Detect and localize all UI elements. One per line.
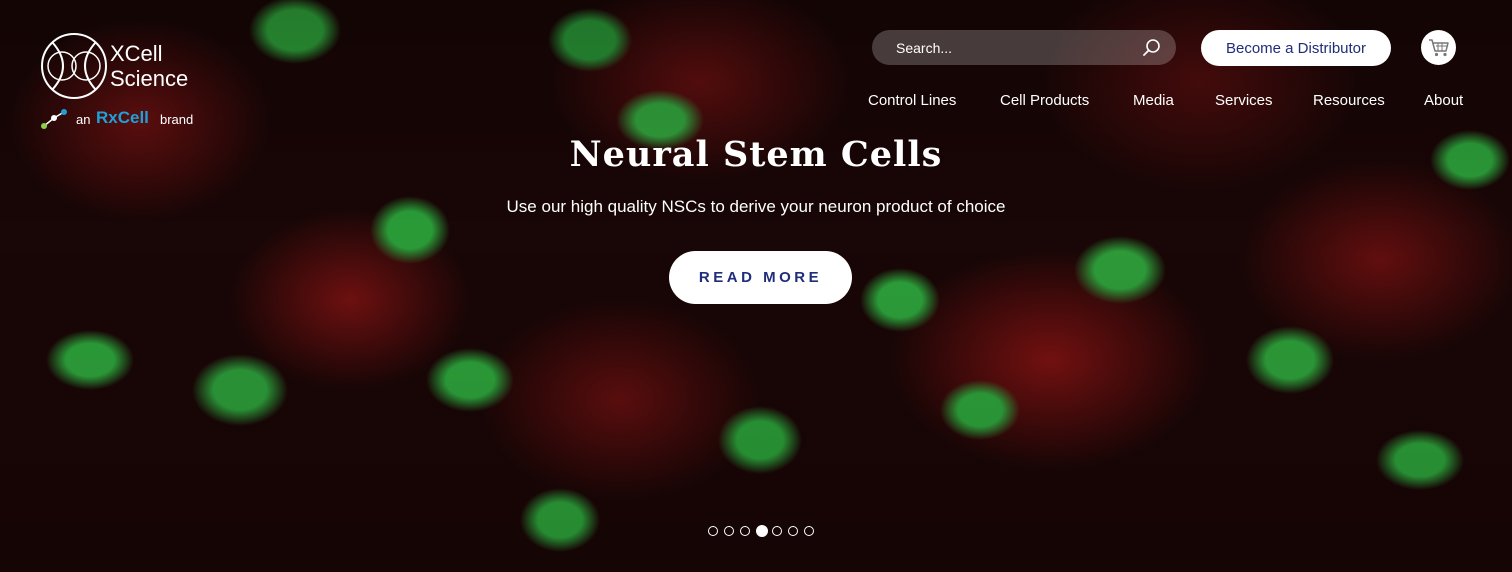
- nav-item-media[interactable]: Media: [1133, 92, 1174, 109]
- search-bar: [872, 30, 1176, 65]
- site-logo[interactable]: XCell Science an RxCell brand: [40, 32, 210, 132]
- carousel-dot[interactable]: [756, 525, 768, 537]
- carousel-dot[interactable]: [772, 526, 782, 536]
- logo-brand: brand: [160, 112, 194, 127]
- read-more-button[interactable]: READ MORE: [669, 251, 852, 304]
- search-icon[interactable]: [1142, 38, 1162, 58]
- become-distributor-button[interactable]: Become a Distributor: [1201, 30, 1391, 66]
- carousel-dot[interactable]: [788, 526, 798, 536]
- nav-item-resources[interactable]: Resources: [1313, 92, 1385, 109]
- logo-wordmark: XCell Science: [110, 41, 188, 91]
- nav-item-services[interactable]: Services: [1215, 92, 1273, 109]
- search-input[interactable]: [896, 38, 1126, 57]
- logo-mark-icon: [41, 33, 107, 99]
- logo-line2: Science: [110, 66, 189, 91]
- cart-icon: [1428, 38, 1449, 56]
- main-nav: Control Lines Cell Products Media Servic…: [0, 92, 1512, 112]
- logo-an: an: [76, 112, 91, 127]
- logo-line1: XCell: [110, 41, 163, 66]
- cart-button[interactable]: [1421, 30, 1456, 65]
- nav-item-cell-products[interactable]: Cell Products: [1000, 92, 1089, 109]
- carousel-dot[interactable]: [708, 526, 718, 536]
- nav-item-about[interactable]: About: [1424, 92, 1463, 109]
- carousel-dot[interactable]: [724, 526, 734, 536]
- slide-title: Neural Stem Cells: [569, 134, 943, 175]
- nav-item-control-lines[interactable]: Control Lines: [868, 92, 956, 109]
- carousel-dot[interactable]: [804, 526, 814, 536]
- carousel-dot[interactable]: [740, 526, 750, 536]
- slide-subtitle: Use our high quality NSCs to derive your…: [506, 197, 1006, 216]
